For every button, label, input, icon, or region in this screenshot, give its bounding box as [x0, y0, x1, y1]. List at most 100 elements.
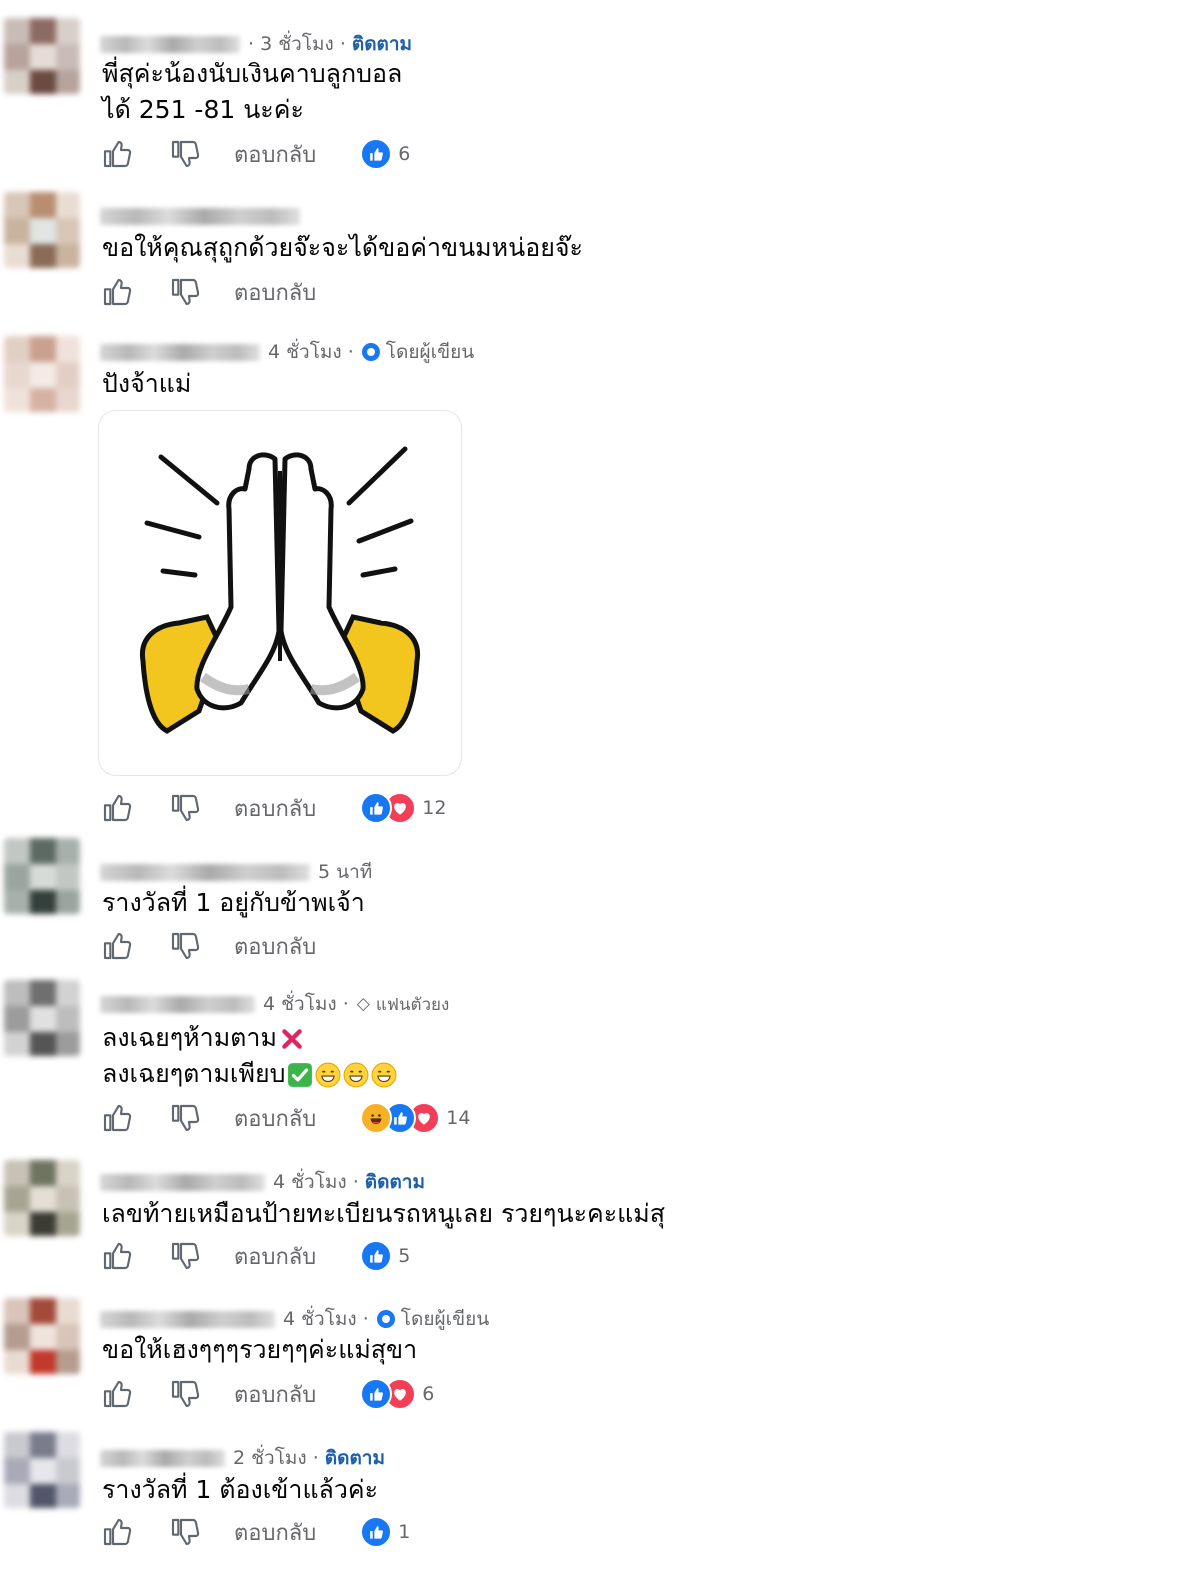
dislike-button[interactable] — [168, 1101, 202, 1135]
reaction-like-icon — [360, 792, 393, 824]
avatar[interactable] — [4, 18, 80, 94]
follow-link[interactable]: ติดตาม — [325, 1443, 385, 1473]
avatar-pixel — [56, 1298, 80, 1324]
reaction-summary[interactable]: 1 — [360, 1516, 410, 1548]
comment-meta — [100, 204, 308, 228]
reply-button[interactable]: ตอบกลับ — [234, 1377, 316, 1412]
avatar[interactable] — [4, 1432, 80, 1508]
author-name-redacted[interactable] — [100, 1449, 225, 1467]
like-button[interactable] — [100, 1239, 134, 1273]
avatar[interactable] — [4, 336, 80, 412]
avatar-pixel — [30, 1160, 56, 1186]
avatar-pixel — [30, 218, 56, 244]
dislike-button[interactable] — [168, 1377, 202, 1411]
reaction-summary[interactable]: 5 — [360, 1240, 410, 1272]
author-badge: โดยผู้เขียน — [376, 1304, 489, 1334]
comment-timestamp[interactable]: 5 นาที — [318, 857, 372, 887]
dislike-button[interactable] — [168, 1515, 202, 1549]
comment-actions: ตอบกลับ 6 — [100, 136, 410, 172]
avatar-pixel — [56, 1032, 80, 1056]
reaction-summary[interactable]: 12 — [360, 792, 446, 824]
avatar-pixel — [56, 70, 80, 94]
author-name-redacted[interactable] — [100, 995, 255, 1013]
author-name-redacted[interactable] — [100, 207, 300, 225]
reply-button[interactable]: ตอบกลับ — [234, 275, 316, 310]
like-button[interactable] — [100, 1377, 134, 1411]
comment-line-text: พี่สุค่ะน้องนับเงินคาบลูกบอล — [102, 59, 403, 88]
comment-line: พี่สุค่ะน้องนับเงินคาบลูกบอล — [102, 56, 402, 92]
avatar-pixel — [56, 388, 80, 412]
comment-timestamp[interactable]: 4 ชั่วโมง · — [273, 1167, 359, 1197]
avatar-pixel — [56, 18, 80, 44]
reaction-summary[interactable]: 6 — [360, 1378, 434, 1410]
reaction-summary[interactable]: 14 — [360, 1102, 470, 1134]
dislike-button[interactable] — [168, 137, 202, 171]
dislike-button[interactable] — [168, 275, 202, 309]
follow-link[interactable]: ติดตาม — [352, 29, 412, 59]
heart-icon — [414, 1108, 434, 1128]
like-button[interactable] — [100, 275, 134, 309]
comment-timestamp[interactable]: 4 ชั่วโมง · — [263, 989, 349, 1019]
thumbs-up-icon — [366, 1384, 386, 1404]
avatar[interactable] — [4, 192, 80, 268]
comment-line: เลขท้ายเหมือนป้ายทะเบียนรถหนูเลย รวยๆนะค… — [102, 1196, 665, 1232]
like-button[interactable] — [100, 791, 134, 825]
thumbs-down-icon — [169, 1102, 201, 1134]
grinning-face-emoji — [343, 1062, 369, 1088]
comment-line-text: ได้ 251 -81 นะค่ะ — [102, 95, 304, 124]
comment-meta: 4 ชั่วโมง · ติดตาม — [100, 1170, 425, 1194]
thumbs-down-icon — [169, 930, 201, 962]
reaction-haha-icon — [360, 1102, 393, 1134]
author-name-redacted[interactable] — [100, 343, 260, 361]
comment-timestamp[interactable]: 2 ชั่วโมง · — [233, 1443, 319, 1473]
reply-button[interactable]: ตอบกลับ — [234, 1101, 316, 1136]
author-name-redacted[interactable] — [100, 35, 240, 53]
badge-dot — [366, 348, 375, 356]
comment-line: ลงเฉยๆห้ามตาม — [102, 1020, 397, 1056]
comment-meta: 4 ชั่วโมง · ◇ แฟนตัวยง — [100, 992, 449, 1016]
avatar[interactable] — [4, 838, 80, 914]
comment-timestamp[interactable]: · 3 ชั่วโมง · — [248, 29, 346, 59]
author-badge-icon — [376, 1310, 395, 1328]
avatar-pixel — [56, 864, 80, 890]
like-button[interactable] — [100, 137, 134, 171]
comment-timestamp[interactable]: 4 ชั่วโมง · — [268, 337, 354, 367]
comment-text: รางวัลที่ 1 ต้องเข้าแล้วค่ะ — [102, 1472, 378, 1508]
avatar[interactable] — [4, 980, 80, 1056]
avatar[interactable] — [4, 1298, 80, 1374]
avatar-pixel — [4, 362, 30, 388]
avatar[interactable] — [4, 1160, 80, 1236]
comment-timestamp[interactable]: 4 ชั่วโมง · — [283, 1304, 369, 1334]
reply-button[interactable]: ตอบกลับ — [234, 791, 316, 826]
like-button[interactable] — [100, 1101, 134, 1135]
like-button[interactable] — [100, 1515, 134, 1549]
follow-link[interactable]: ติดตาม — [365, 1167, 425, 1197]
avatar-pixel — [4, 864, 30, 890]
comment-line: ปังจ้าแม่ — [102, 366, 191, 402]
author-name-redacted[interactable] — [100, 1173, 265, 1191]
avatar-pixel — [4, 1458, 30, 1484]
avatar-pixel — [56, 192, 80, 218]
avatar-pixel — [56, 1458, 80, 1484]
reply-button[interactable]: ตอบกลับ — [234, 1239, 316, 1274]
comment-line-text: เลขท้ายเหมือนป้ายทะเบียนรถหนูเลย รวยๆนะค… — [102, 1199, 666, 1228]
comment-meta: 5 นาที — [100, 860, 372, 884]
praying-hands-sticker[interactable] — [98, 410, 462, 776]
reply-button[interactable]: ตอบกลับ — [234, 929, 316, 964]
reply-button[interactable]: ตอบกลับ — [234, 137, 316, 172]
author-name-redacted[interactable] — [100, 1310, 275, 1328]
dislike-button[interactable] — [168, 1239, 202, 1273]
reaction-like-icon — [360, 1516, 393, 1548]
comment-meta: 4 ชั่วโมง · โดยผู้เขียน — [100, 340, 474, 364]
reaction-summary[interactable]: 6 — [360, 138, 410, 170]
comment-line: ลงเฉยๆตามเพียบ — [102, 1056, 397, 1092]
like-button[interactable] — [100, 929, 134, 963]
comment-line: รางวัลที่ 1 ต้องเข้าแล้วค่ะ — [102, 1472, 378, 1508]
dislike-button[interactable] — [168, 791, 202, 825]
reply-button[interactable]: ตอบกลับ — [234, 1515, 316, 1550]
comment-actions: ตอบกลับ 14 — [100, 1100, 470, 1136]
praying-hands-icon — [139, 446, 421, 734]
author-badge: โดยผู้เขียน — [361, 337, 474, 367]
dislike-button[interactable] — [168, 929, 202, 963]
author-name-redacted[interactable] — [100, 863, 310, 881]
